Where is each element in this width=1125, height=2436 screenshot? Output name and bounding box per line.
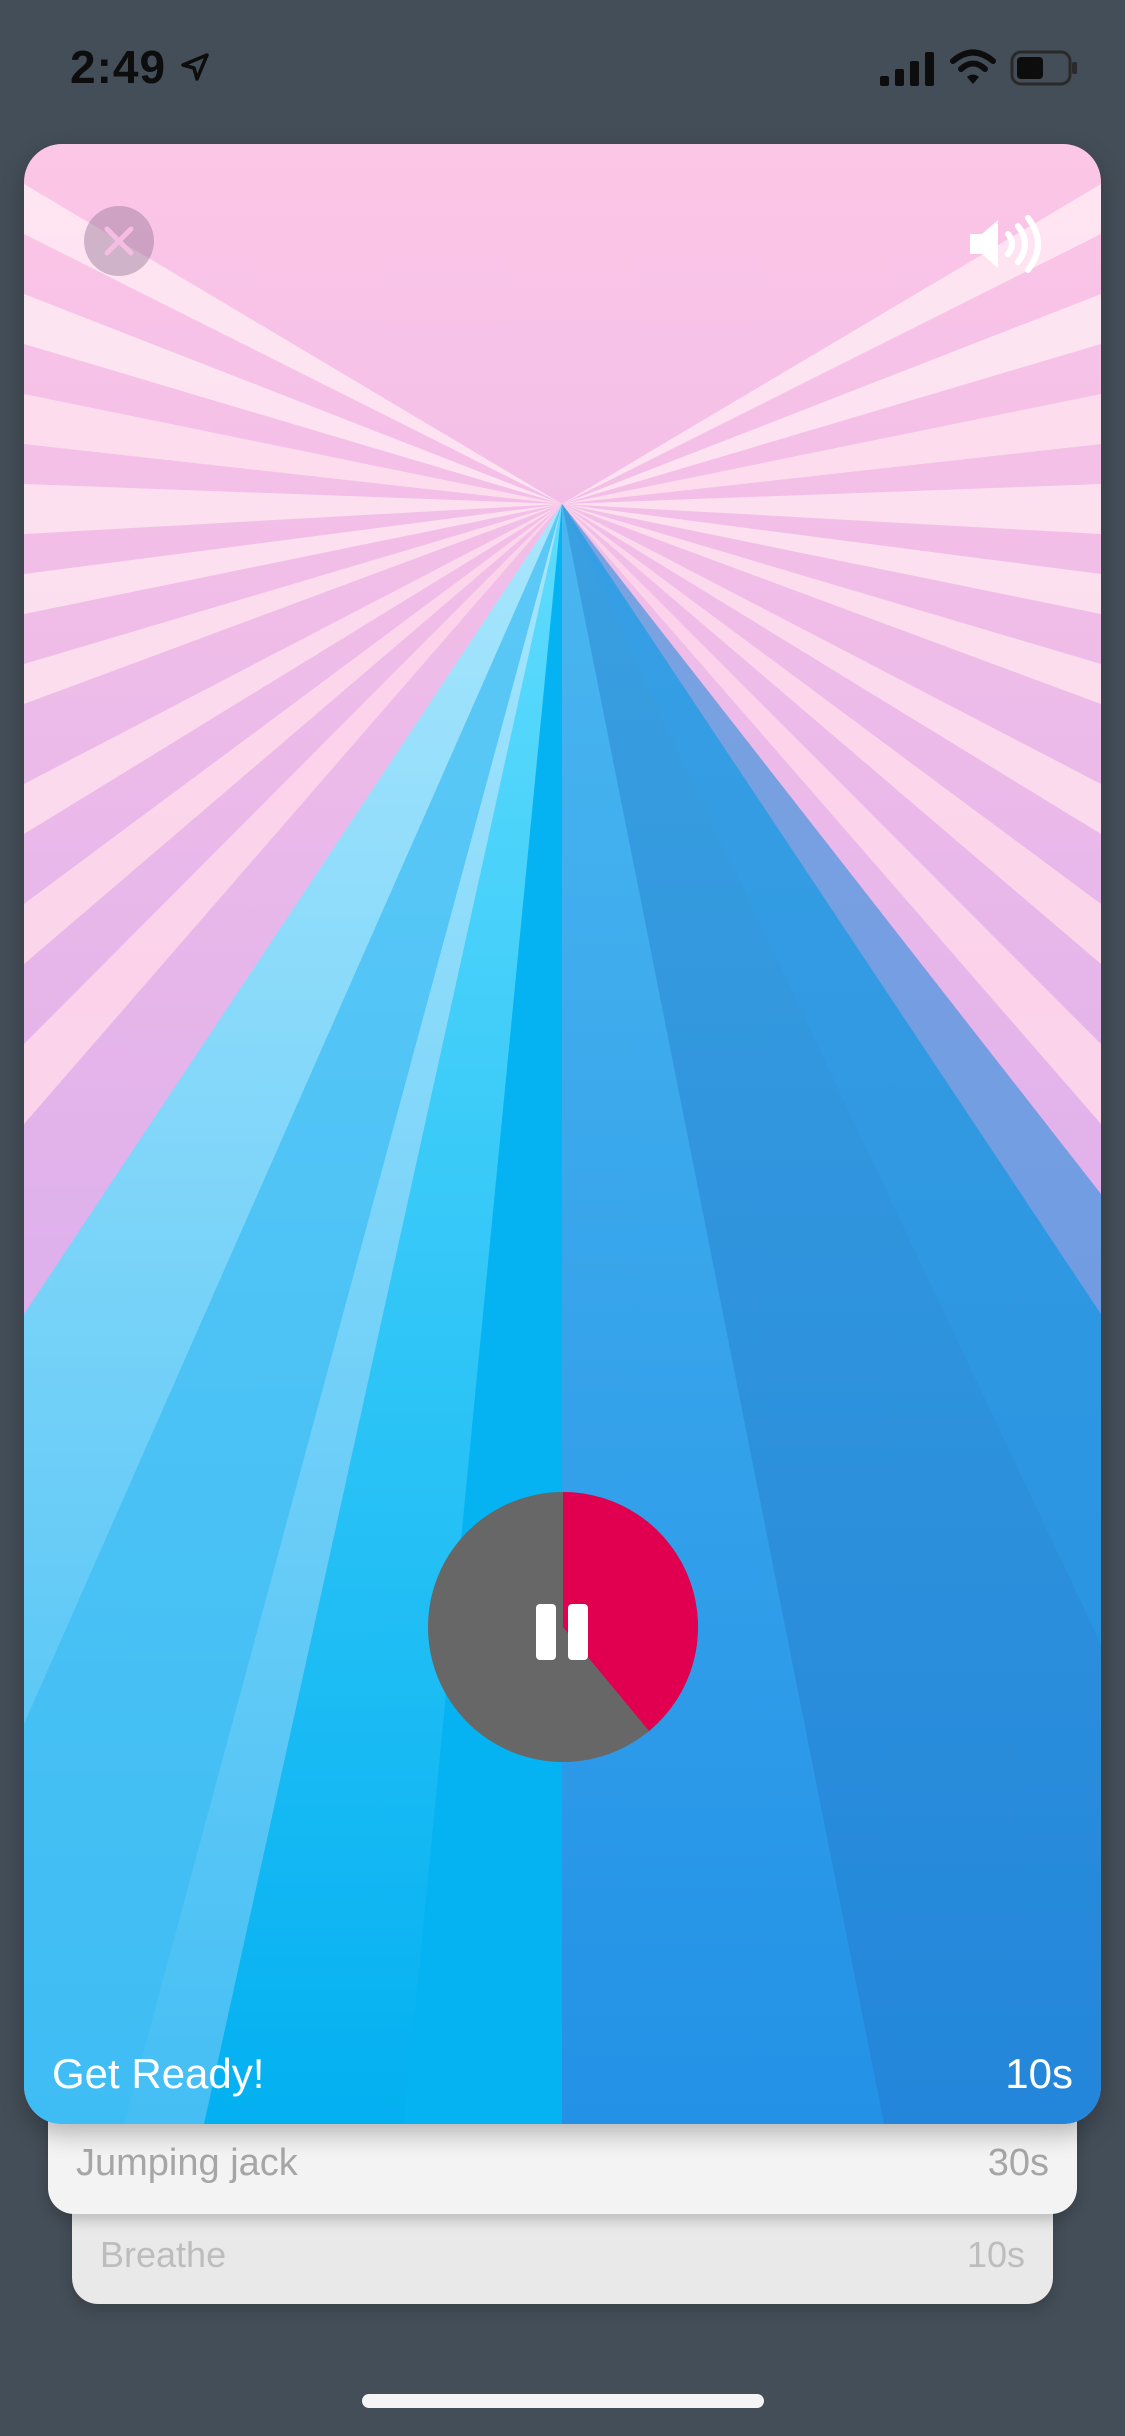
wifi-icon: [950, 49, 996, 84]
current-exercise-duration: 10s: [1005, 2050, 1073, 2097]
exercise-card: Get Ready! 10s: [24, 144, 1101, 2124]
perspective-background: [24, 144, 1101, 2124]
cellular-signal-icon: [880, 52, 934, 86]
location-arrow-icon: [181, 53, 209, 81]
pause-icon[interactable]: [536, 1604, 588, 1660]
battery-icon: [1010, 50, 1077, 86]
close-button[interactable]: [84, 206, 154, 276]
close-icon: [104, 226, 134, 256]
status-time: 2:49: [70, 41, 167, 93]
speaker-volume-icon[interactable]: [964, 214, 1054, 274]
status-bar: 2:49: [0, 0, 1125, 140]
home-indicator[interactable]: [362, 2394, 764, 2408]
queue-item-label: Jumping jack: [76, 2142, 298, 2184]
current-exercise-label: Get Ready!: [52, 2050, 265, 2097]
queue-item-duration: 30s: [987, 2142, 1049, 2184]
queue-item-duration: 10s: [966, 2234, 1025, 2275]
queue-item-label: Breathe: [100, 2234, 227, 2275]
